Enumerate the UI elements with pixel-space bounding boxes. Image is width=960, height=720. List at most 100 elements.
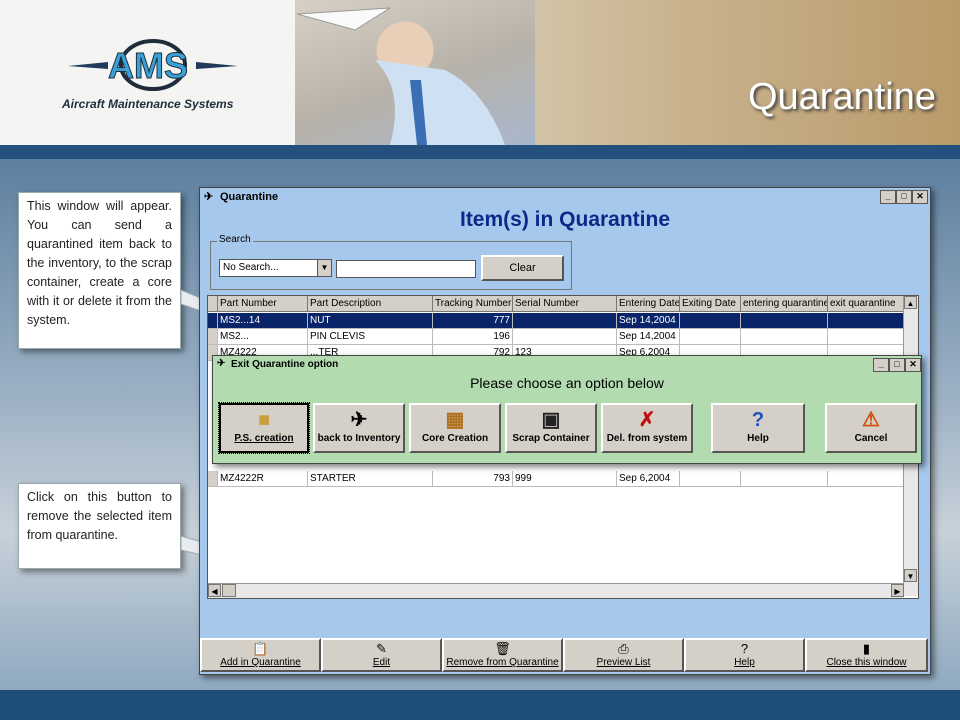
button-label: P.S. creation [234, 433, 294, 444]
delete-from-system-button[interactable]: ✗ Del. from system [601, 403, 693, 453]
cell-part-number: MS2... [218, 329, 308, 345]
button-label: back to Inventory [317, 433, 401, 444]
button-label: Del. from system [606, 433, 688, 444]
search-type-select[interactable]: No Search... ▼ [219, 259, 332, 277]
dialog-app-icon: ✈ [217, 358, 226, 369]
window-heading: Item(s) in Quarantine [459, 208, 671, 231]
dialog-heading: Please choose an option below [470, 375, 664, 391]
help-icon: ? [751, 409, 765, 431]
edit-button[interactable]: ✎ Edit [321, 638, 442, 672]
help-icon: ? [740, 641, 749, 656]
cancel-icon: ⚠ [862, 409, 880, 431]
dialog-close-button[interactable]: ✕ [905, 358, 921, 372]
column-header[interactable]: Serial Number [513, 296, 617, 312]
remove-from-quarantine-button[interactable]: 🗑 Remove from Quarantine [442, 638, 563, 672]
minimize-button[interactable]: _ [880, 190, 896, 204]
column-header[interactable]: Entering Date [617, 296, 680, 312]
edit-icon: ✎ [376, 641, 387, 656]
help-button[interactable]: ? Help [684, 638, 805, 672]
scrap-container-button[interactable]: ▣ Scrap Container [505, 403, 597, 453]
cell-exiting-date [680, 313, 741, 329]
ps-creation-button[interactable]: ■ P.S. creation [218, 402, 310, 454]
core-creation-button[interactable]: ▦ Core Creation [409, 403, 501, 453]
cell-part-number: MS2...14 [218, 313, 308, 329]
button-label: Edit [372, 657, 391, 668]
dialog-help-button[interactable]: ? Help [711, 403, 805, 453]
cell-entering-quarantine [741, 329, 828, 345]
column-header[interactable]: Exiting Date [680, 296, 741, 312]
scroll-left-icon[interactable]: ◀ [208, 584, 221, 597]
cell-serial [513, 313, 617, 329]
window-titlebar: ✈ Quarantine _ □ ✕ [200, 188, 930, 206]
horizontal-scrollbar[interactable]: ◀ ▶ [208, 583, 904, 598]
door-icon: ▮ [862, 641, 871, 656]
button-label: Help [734, 657, 755, 668]
button-label: Scrap Container [512, 433, 590, 444]
preview-list-button[interactable]: ⎙ Preview List [563, 638, 684, 672]
dialog-maximize-button[interactable]: □ [889, 358, 905, 372]
bottom-toolbar: 📋 Add in Quarantine ✎ Edit 🗑 Remove from… [200, 638, 930, 674]
box-icon: ■ [257, 409, 271, 431]
cell-exit-quarantine [828, 329, 904, 345]
cell-serial [513, 329, 617, 345]
button-label: Preview List [596, 657, 651, 668]
delete-icon: ✗ [638, 409, 656, 431]
button-label: Help [747, 433, 769, 444]
cell-serial: 999 [513, 471, 617, 487]
add-in-quarantine-button[interactable]: 📋 Add in Quarantine [200, 638, 321, 672]
cell-exiting-date [680, 471, 741, 487]
row-selector[interactable] [208, 313, 218, 329]
button-label: Close this window [826, 657, 907, 668]
cell-description: PIN CLEVIS [308, 329, 433, 345]
cell-entering-quarantine [741, 471, 828, 487]
row-selector[interactable] [208, 329, 218, 345]
search-type-value: No Search... [223, 262, 279, 273]
row-selector[interactable] [208, 471, 218, 487]
cell-tracking: 777 [433, 313, 513, 329]
cell-tracking: 793 [433, 471, 513, 487]
column-header[interactable]: Tracking Number [433, 296, 513, 312]
search-group: Search No Search... ▼ Clear [210, 234, 572, 290]
cancel-button[interactable]: ⚠ Cancel [825, 403, 917, 453]
inventory-icon: ✈ [350, 409, 368, 431]
cell-entering-quarantine [741, 313, 828, 329]
button-label: Core Creation [421, 433, 489, 444]
back-to-inventory-button[interactable]: ✈ back to Inventory [313, 403, 405, 453]
button-label: Add in Quarantine [220, 657, 301, 668]
dialog-minimize-button[interactable]: _ [873, 358, 889, 372]
exit-quarantine-dialog: ✈ Exit Quarantine option _ □ ✕ Please ch… [212, 355, 922, 464]
window-title: Quarantine [220, 191, 279, 203]
dialog-titlebar: ✈ Exit Quarantine option _ □ ✕ [213, 356, 921, 373]
cell-exit-quarantine [828, 313, 904, 329]
crate-icon: ▦ [445, 409, 465, 431]
cell-entering-date: Sep 14,2004 [617, 329, 680, 345]
clear-button[interactable]: Clear [481, 255, 564, 281]
close-button[interactable]: ✕ [912, 190, 928, 204]
button-label: Cancel [854, 433, 888, 444]
button-label: Remove from Quarantine [446, 657, 559, 668]
window-app-icon: ✈ [204, 191, 214, 203]
scroll-down-icon[interactable]: ▼ [904, 569, 917, 582]
dialog-title: Exit Quarantine option [231, 359, 339, 370]
cell-description: NUT [308, 313, 433, 329]
printer-icon: ⎙ [618, 641, 629, 656]
column-header[interactable]: Part Number [218, 296, 308, 312]
scroll-right-icon[interactable]: ▶ [891, 584, 904, 597]
cell-tracking: 196 [433, 329, 513, 345]
cell-exit-quarantine [828, 471, 904, 487]
search-group-label: Search [217, 234, 253, 245]
close-window-button[interactable]: ▮ Close this window [805, 638, 928, 672]
cell-exiting-date [680, 329, 741, 345]
search-input[interactable] [336, 260, 476, 278]
cell-entering-date: Sep 6,2004 [617, 471, 680, 487]
column-header[interactable]: exit quarantine [828, 296, 904, 312]
maximize-button[interactable]: □ [896, 190, 912, 204]
scroll-thumb[interactable] [222, 584, 236, 597]
column-header[interactable]: Part Description [308, 296, 433, 312]
cell-description: STARTER [308, 471, 433, 487]
chevron-down-icon[interactable]: ▼ [317, 260, 331, 276]
column-header[interactable]: entering quarantine [741, 296, 828, 312]
cell-entering-date: Sep 14,2004 [617, 313, 680, 329]
scroll-up-icon[interactable]: ▲ [904, 296, 917, 309]
container-icon: ▣ [541, 409, 561, 431]
